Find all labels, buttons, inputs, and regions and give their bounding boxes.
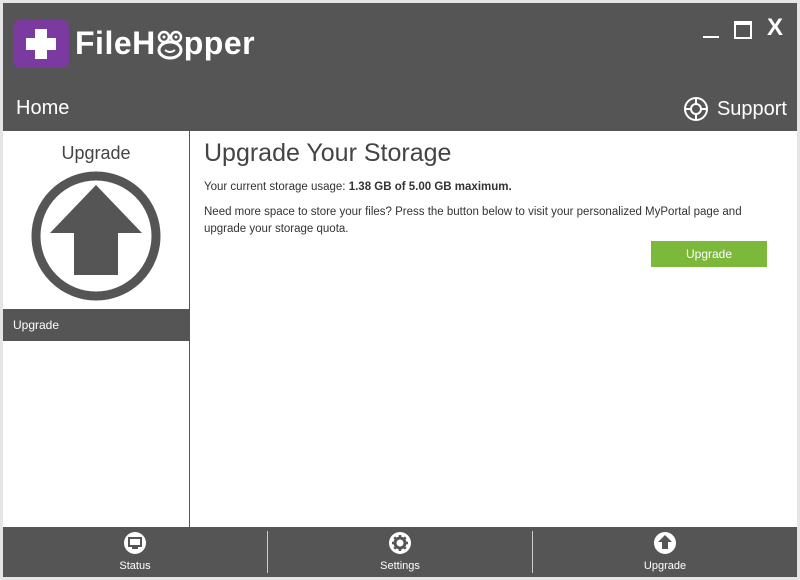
upgrade-button[interactable]: Upgrade bbox=[651, 241, 767, 267]
support-lifebuoy-icon bbox=[683, 97, 708, 121]
storage-usage-label: Your current storage usage: bbox=[204, 181, 349, 193]
maximize-button[interactable] bbox=[731, 17, 755, 41]
settings-gear-icon bbox=[388, 531, 412, 555]
nav-bar: Home Support bbox=[3, 87, 797, 131]
minimize-icon bbox=[703, 36, 719, 38]
bottom-nav-status-label: Status bbox=[119, 560, 151, 572]
bottom-nav-settings[interactable]: Settings bbox=[268, 527, 532, 577]
sidebar-title: Upgrade bbox=[61, 143, 131, 163]
bottom-nav-upgrade[interactable]: Upgrade bbox=[533, 527, 797, 577]
maximize-icon bbox=[734, 21, 752, 39]
nav-home-link[interactable]: Home bbox=[16, 97, 69, 120]
storage-usage-value: 1.38 GB of 5.00 GB maximum. bbox=[348, 181, 512, 193]
upgrade-arrow-icon bbox=[29, 169, 163, 308]
status-monitor-icon bbox=[123, 531, 147, 555]
bottom-nav-upgrade-label: Upgrade bbox=[643, 560, 687, 572]
bottom-bar: Status Settings Upgrade bbox=[3, 527, 797, 577]
app-logo-icon bbox=[13, 20, 69, 68]
bottom-nav-settings-label: Settings bbox=[380, 560, 420, 572]
upgrade-description: Need more space to store your files? Pre… bbox=[204, 206, 742, 235]
brand-name: FileH pper bbox=[75, 21, 255, 65]
brand-prefix: FileH bbox=[75, 25, 156, 61]
close-button[interactable]: X bbox=[767, 14, 791, 41]
frog-logo-icon bbox=[156, 27, 184, 60]
main-content: Upgrade Your Storage Your current storag… bbox=[204, 131, 774, 527]
title-bar: FileH pper X bbox=[3, 3, 797, 87]
brand-suffix: pper bbox=[183, 25, 256, 61]
app-window: FileH pper X Home Support Upgrade Upgrad… bbox=[0, 0, 800, 580]
nav-support-link[interactable]: Support bbox=[683, 95, 787, 123]
sidebar: Upgrade Upgrade bbox=[3, 131, 190, 527]
bottom-nav-status[interactable]: Status bbox=[3, 527, 267, 577]
page-title: Upgrade Your Storage bbox=[204, 139, 452, 167]
upgrade-arrow-icon bbox=[653, 531, 677, 555]
sidebar-item-upgrade[interactable]: Upgrade bbox=[3, 309, 189, 341]
storage-usage-text: Your current storage usage: 1.38 GB of 5… bbox=[204, 181, 512, 193]
nav-support-label: Support bbox=[716, 97, 787, 120]
minimize-button[interactable] bbox=[699, 17, 723, 41]
close-icon: X bbox=[767, 14, 784, 41]
app-inner: FileH pper X Home Support Upgrade Upgrad… bbox=[3, 3, 797, 577]
